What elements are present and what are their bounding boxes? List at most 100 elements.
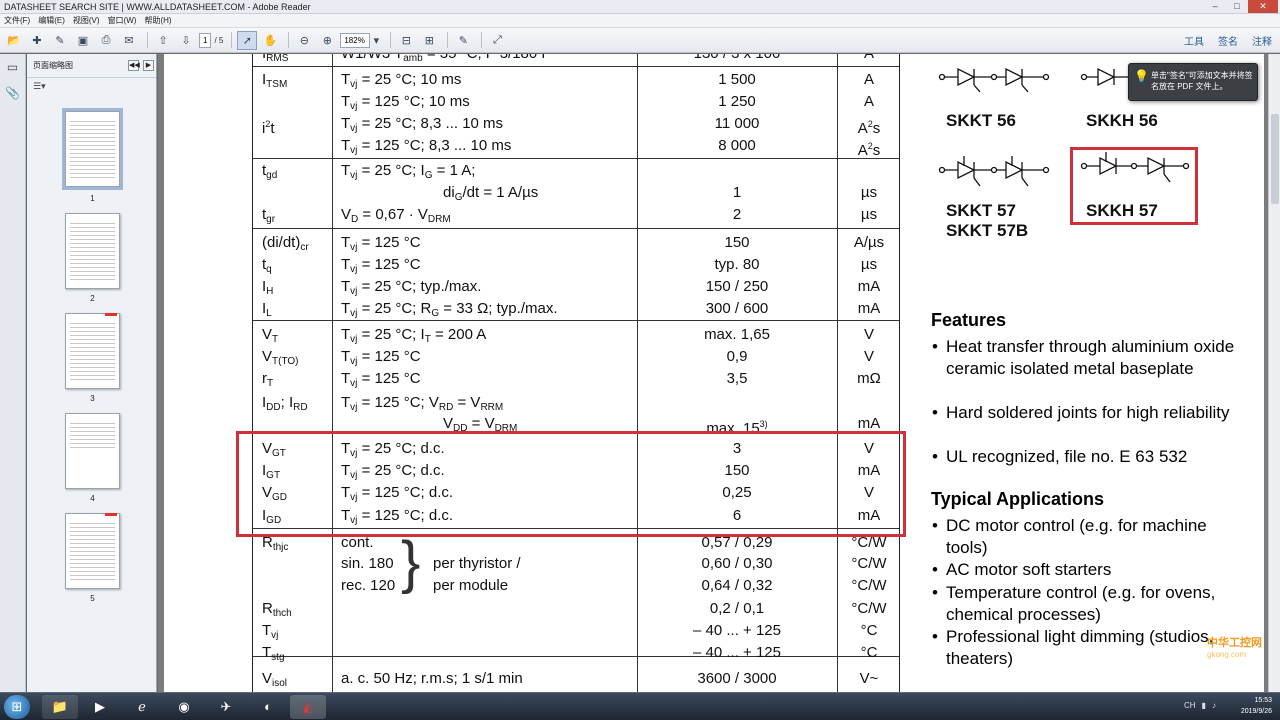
expand-panel-icon[interactable]: ▶ xyxy=(143,60,154,71)
language-indicator[interactable]: CH xyxy=(1184,701,1196,710)
feature-item: • Heat transfer through aluminium oxide c… xyxy=(932,337,1235,378)
param-symbol: Rthch xyxy=(262,600,292,619)
document-viewport[interactable]: IRMS W1/W3 Tamb = 35 °C; P 3/180 F 130 / 3… xyxy=(158,54,1268,692)
network-icon[interactable]: ▮ xyxy=(1202,701,1206,710)
mail-app-icon[interactable]: ✈ xyxy=(208,695,244,719)
thumbnail-page-5[interactable] xyxy=(65,513,120,589)
menu-help[interactable]: 帮助(H) xyxy=(144,14,171,27)
start-button-icon[interactable]: ⊞ xyxy=(4,695,30,719)
vertical-scrollbar[interactable] xyxy=(1268,54,1280,692)
param-symbol: ITSM xyxy=(262,71,288,90)
param-condition: Tvj = 125 °C xyxy=(341,256,421,275)
param-value: 0,64 / 0,32 xyxy=(701,577,773,594)
page-total: / 5 xyxy=(214,35,224,45)
system-tray: CH ▮ ♪ xyxy=(1178,701,1216,710)
explorer-icon[interactable]: 📁 xyxy=(42,695,78,719)
tools-pane-button[interactable]: 工具 xyxy=(1184,33,1204,48)
clock[interactable]: 15:53 2019/9/26 xyxy=(1241,695,1272,717)
save-icon[interactable]: ▣ xyxy=(73,31,93,50)
menu-edit[interactable]: 编辑(E) xyxy=(38,14,65,27)
thumbnail-page-3[interactable] xyxy=(65,313,120,389)
param-condition: Tvj = 125 °C xyxy=(341,234,421,253)
param-symbol: Tstg xyxy=(262,644,285,663)
param-unit: °C xyxy=(860,622,878,639)
param-unit: °C/W xyxy=(851,577,887,594)
thumbnails-panel-title: 页面缩略图 xyxy=(33,61,73,70)
edit-icon[interactable]: ✎ xyxy=(50,31,70,50)
zoom-out-icon[interactable]: ⊖ xyxy=(294,31,314,50)
fit-width-icon[interactable]: ⊞ xyxy=(419,31,439,50)
browser-icon[interactable]: ◉ xyxy=(166,695,202,719)
zoom-dropdown-icon[interactable]: ▾ xyxy=(370,31,382,50)
param-unit: µs xyxy=(860,206,878,223)
param-condition: rec. 120 xyxy=(341,577,396,594)
create-pdf-icon[interactable]: ✚ xyxy=(27,31,47,50)
volume-icon[interactable]: ♪ xyxy=(1212,701,1216,710)
thumbnail-label-1: 1 xyxy=(90,194,95,203)
param-value: 300 / 600 xyxy=(705,300,769,317)
media-player-icon[interactable]: ▶ xyxy=(82,695,118,719)
close-button[interactable]: ✕ xyxy=(1248,0,1278,13)
thumbnail-label-3: 3 xyxy=(90,394,95,403)
previous-page-icon[interactable]: ⇧ xyxy=(153,31,173,50)
param-unit: °C/W xyxy=(851,555,887,572)
param-value: 11 000 xyxy=(714,115,760,132)
sign-pane-button[interactable]: 签名 xyxy=(1218,33,1238,48)
param-unit: A xyxy=(863,71,874,88)
minimize-button[interactable]: – xyxy=(1204,0,1226,13)
app-icon[interactable]: ◐ xyxy=(250,695,286,719)
page-number-input[interactable]: 1 xyxy=(199,32,212,48)
param-condition: Tvj = 25 °C; RG = 33 Ω; typ./max. xyxy=(341,300,558,319)
param-unit: mΩ xyxy=(857,370,881,387)
open-file-icon[interactable]: 📂 xyxy=(4,31,24,50)
param-unit: V xyxy=(863,326,874,343)
thumbnail-page-4[interactable] xyxy=(65,413,120,489)
param-symbol: Rthjc xyxy=(262,534,289,553)
page-thumbnails-icon[interactable]: ▭ xyxy=(5,60,21,76)
comment-icon[interactable]: ✎ xyxy=(453,31,473,50)
collapse-panel-icon[interactable]: ◀◀ xyxy=(128,60,140,71)
toolbar: 📂 ✚ ✎ ▣ ⎙ ✉ ⇧ ⇩ 1 / 5 ➚ ✋ ⊖ ⊕ 182% ▾ ⊟ ⊞… xyxy=(0,28,1280,53)
param-unit: µs xyxy=(860,256,878,273)
param-condition-detail: per thyristor / xyxy=(433,555,521,572)
email-icon[interactable]: ✉ xyxy=(119,31,139,50)
thumbnail-options-icon[interactable]: ☰▾ xyxy=(27,78,156,94)
next-page-icon[interactable]: ⇩ xyxy=(176,31,196,50)
param-unit: A2s xyxy=(857,141,881,159)
param-condition: sin. 180 xyxy=(341,555,394,572)
navigation-rail: ▭ 📎 xyxy=(0,54,26,692)
select-tool-icon[interactable]: ➚ xyxy=(237,30,258,50)
param-symbol: tgr xyxy=(262,206,276,225)
package-skkh56: SKKH 56 xyxy=(1086,111,1158,130)
param-symbol: IDD; IRD xyxy=(262,394,308,413)
maximize-button[interactable]: □ xyxy=(1226,0,1248,13)
thumbnail-label-5: 5 xyxy=(90,594,95,603)
print-icon[interactable]: ⎙ xyxy=(96,31,116,50)
menu-file[interactable]: 文件(F) xyxy=(4,14,30,27)
thumbnail-page-2[interactable] xyxy=(65,213,120,289)
zoom-level-input[interactable]: 182% xyxy=(340,32,371,48)
menu-view[interactable]: 视图(V) xyxy=(73,14,100,27)
hand-tool-icon[interactable]: ✋ xyxy=(260,31,280,50)
param-condition: VD = 0,67 · VDRM xyxy=(341,206,451,225)
internet-explorer-icon[interactable]: ℯ xyxy=(124,695,160,719)
param-condition: Tvj = 125 °C xyxy=(341,370,421,389)
zoom-in-icon[interactable]: ⊕ xyxy=(317,31,337,50)
adobe-reader-taskbar-icon[interactable]: ◭ xyxy=(290,695,326,719)
param-value: 3,5 xyxy=(726,370,748,387)
fit-page-icon[interactable]: ⊟ xyxy=(396,31,416,50)
taskbar: ⊞ 📁 ▶ ℯ ◉ ✈ ◐ ◭ CH ▮ ♪ 15:53 2019/9/26 xyxy=(0,692,1280,720)
param-unit: A2s xyxy=(857,119,881,137)
param-condition-detail: per module xyxy=(433,577,509,594)
param-value: 1 500 xyxy=(718,71,756,88)
fullscreen-icon[interactable]: ⤢ xyxy=(487,31,507,50)
attachments-icon[interactable]: 📎 xyxy=(5,86,21,102)
menu-window[interactable]: 窗口(W) xyxy=(108,14,137,27)
comment-pane-button[interactable]: 注释 xyxy=(1252,33,1272,48)
clock-date: 2019/9/26 xyxy=(1240,708,1272,715)
lightbulb-icon: 💡 xyxy=(1134,69,1149,83)
param-unit: A/µs xyxy=(853,234,885,251)
applications-title: Typical Applications xyxy=(931,489,1105,509)
thumbnail-page-1[interactable] xyxy=(62,108,123,190)
param-unit: V~ xyxy=(859,670,879,687)
